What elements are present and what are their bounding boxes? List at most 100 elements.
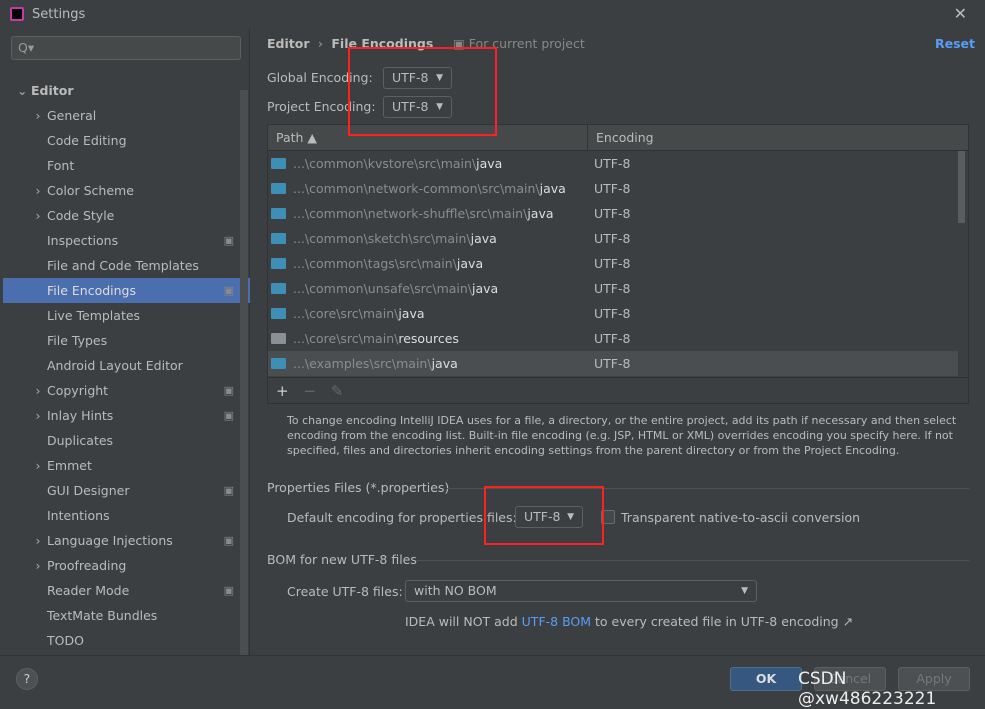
- reset-link[interactable]: Reset: [935, 36, 975, 51]
- encoding-cell[interactable]: UTF-8: [588, 326, 630, 351]
- chevron-right-icon[interactable]: ›: [33, 403, 43, 428]
- sidebar-item-label: File Encodings: [47, 283, 137, 298]
- sidebar-item-proofreading[interactable]: › Proofreading: [3, 553, 250, 578]
- sidebar-item-label: Proofreading: [47, 558, 127, 573]
- help-button[interactable]: ?: [16, 668, 38, 690]
- breadcrumb-parent[interactable]: Editor: [267, 36, 310, 51]
- edit-button[interactable]: ✎: [331, 382, 344, 400]
- sidebar-item-gui-designer[interactable]: GUI Designer ▣: [3, 478, 250, 503]
- table-scrollbar[interactable]: [958, 151, 965, 223]
- sidebar-item-duplicates[interactable]: Duplicates: [3, 428, 250, 453]
- sidebar-item-file-encodings[interactable]: File Encodings ▣: [3, 278, 250, 303]
- path-cell: ...\common\network-common\src\main\ java: [268, 176, 588, 201]
- sidebar-scrollbar[interactable]: [240, 90, 248, 655]
- chevron-down-icon[interactable]: ⌄: [17, 78, 27, 103]
- sidebar-item-label: TODO: [47, 633, 84, 648]
- search-input[interactable]: Q▾: [11, 36, 241, 60]
- sidebar-item-inlay-hints[interactable]: › Inlay Hints ▣: [3, 403, 250, 428]
- table-row[interactable]: ...\common\kvstore\src\main\ java UTF-8: [268, 151, 958, 176]
- table-row[interactable]: ...\core\src\main\ resources UTF-8: [268, 326, 958, 351]
- app-logo-icon: [10, 7, 24, 21]
- encoding-cell[interactable]: UTF-8: [588, 201, 630, 226]
- sidebar-item-editor[interactable]: ⌄ Editor: [3, 78, 250, 103]
- watermark: CSDN @xw486223221: [798, 669, 937, 709]
- encoding-cell[interactable]: UTF-8: [588, 251, 630, 276]
- encoding-cell[interactable]: UTF-8: [588, 226, 630, 251]
- chevron-right-icon[interactable]: ›: [33, 203, 43, 228]
- sidebar-item-intentions[interactable]: Intentions: [3, 503, 250, 528]
- chevron-right-icon[interactable]: ›: [33, 453, 43, 478]
- annotation-box: [484, 486, 604, 545]
- add-button[interactable]: +: [276, 382, 289, 400]
- sidebar-item-emmet[interactable]: › Emmet: [3, 453, 250, 478]
- encoding-cell[interactable]: UTF-8: [588, 176, 630, 201]
- encoding-cell[interactable]: UTF-8: [588, 351, 630, 376]
- copy-icon: ▣: [223, 234, 234, 247]
- encoding-cell[interactable]: UTF-8: [588, 301, 630, 326]
- chevron-right-icon[interactable]: ›: [33, 178, 43, 203]
- divider: [417, 560, 969, 561]
- sidebar-item-language-injections[interactable]: › Language Injections ▣: [3, 528, 250, 553]
- sidebar-item-label: Live Templates: [47, 308, 141, 323]
- sidebar-item-label: Intentions: [47, 508, 110, 523]
- table-row[interactable]: ...\core\src\main\ java UTF-8: [268, 301, 958, 326]
- bom-section-title: BOM for new UTF-8 files: [267, 552, 417, 567]
- path-cell: ...\common\sketch\src\main\ java: [268, 226, 588, 251]
- sidebar-item-textmate-bundles[interactable]: TextMate Bundles: [3, 603, 250, 628]
- sidebar-item-label: Duplicates: [47, 433, 114, 448]
- folder-icon: [271, 183, 286, 194]
- encoding-cell[interactable]: UTF-8: [588, 151, 630, 176]
- utf8-bom-link[interactable]: UTF-8 BOM: [522, 614, 591, 629]
- path-suffix: java: [456, 256, 484, 271]
- ok-button[interactable]: OK: [730, 667, 802, 691]
- path-cell: ...\common\tags\src\main\ java: [268, 251, 588, 276]
- sidebar-item-reader-mode[interactable]: Reader Mode ▣: [3, 578, 250, 603]
- sidebar-item-label: File and Code Templates: [47, 258, 199, 273]
- path-prefix: ...\core\src\main\: [293, 306, 399, 321]
- folder-icon: [271, 308, 286, 319]
- sidebar-item-label: Inlay Hints: [47, 408, 114, 423]
- sidebar-item-android-layout-editor[interactable]: Android Layout Editor: [3, 353, 250, 378]
- sidebar-item-label: Color Scheme: [47, 183, 134, 198]
- sidebar-item-file-and-code-templates[interactable]: File and Code Templates: [3, 253, 250, 278]
- chevron-right-icon[interactable]: ›: [33, 528, 43, 553]
- sidebar-item-label: Language Injections: [47, 533, 173, 548]
- path-suffix: java: [398, 306, 425, 321]
- chevron-right-icon[interactable]: ›: [33, 378, 43, 403]
- folder-icon: [271, 283, 286, 294]
- encoding-cell[interactable]: UTF-8: [588, 276, 630, 301]
- table-row[interactable]: ...\common\tags\src\main\ java UTF-8: [268, 251, 958, 276]
- help-text: To change encoding IntelliJ IDEA uses fo…: [287, 414, 957, 457]
- bom-dropdown[interactable]: with NO BOM ▼: [405, 580, 757, 602]
- close-icon[interactable]: ✕: [954, 4, 967, 23]
- sidebar-item-label: GUI Designer: [47, 483, 130, 498]
- sidebar-item-live-templates[interactable]: Live Templates: [3, 303, 250, 328]
- sidebar-item-font[interactable]: Font: [3, 153, 250, 178]
- sidebar-item-general[interactable]: › General: [3, 103, 250, 128]
- table-row[interactable]: ...\common\network-common\src\main\ java U…: [268, 176, 958, 201]
- sidebar-item-code-style[interactable]: › Code Style: [3, 203, 250, 228]
- native-ascii-label[interactable]: Transparent native-to-ascii conversion: [621, 510, 860, 525]
- table-row[interactable]: ...\common\network-shuffle\src\main\ java…: [268, 201, 958, 226]
- table-row[interactable]: ...\common\unsafe\src\main\ java UTF-8: [268, 276, 958, 301]
- chevron-right-icon[interactable]: ›: [33, 553, 43, 578]
- title-bar: Settings ✕: [0, 0, 985, 28]
- column-encoding[interactable]: Encoding: [588, 125, 654, 150]
- sidebar-item-inspections[interactable]: Inspections ▣: [3, 228, 250, 253]
- sidebar-item-todo[interactable]: TODO: [3, 628, 250, 653]
- sidebar-item-code-editing[interactable]: Code Editing: [3, 128, 250, 153]
- table-row[interactable]: ...\common\sketch\src\main\ java UTF-8: [268, 226, 958, 251]
- sidebar-item-copyright[interactable]: › Copyright ▣: [3, 378, 250, 403]
- remove-button[interactable]: −: [303, 382, 316, 400]
- sidebar-item-label: File Types: [47, 333, 108, 348]
- resources-folder-icon: [271, 333, 286, 344]
- chevron-right-icon[interactable]: ›: [33, 103, 43, 128]
- footer: ? OK Cancel Apply CSDN @xw486223221: [0, 655, 985, 709]
- copy-icon: ▣: [223, 484, 234, 497]
- folder-icon: [271, 233, 286, 244]
- table-row[interactable]: ...\examples\src\main\ java UTF-8: [268, 351, 958, 376]
- path-cell: ...\common\network-shuffle\src\main\ java: [268, 201, 588, 226]
- path-cell: ...\examples\src\main\ java: [268, 351, 588, 376]
- sidebar-item-file-types[interactable]: File Types: [3, 328, 250, 353]
- sidebar-item-color-scheme[interactable]: › Color Scheme: [3, 178, 250, 203]
